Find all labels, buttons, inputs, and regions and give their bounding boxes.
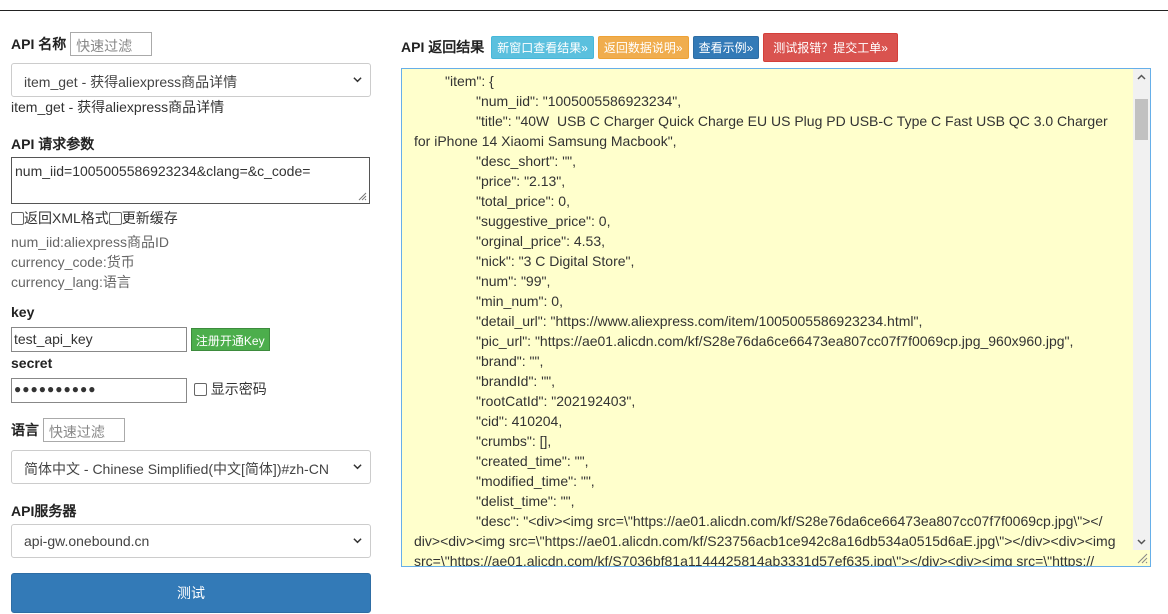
json-line: "detail_url": "https://www.aliexpress.co… [476, 313, 923, 329]
top-divider [0, 10, 1168, 11]
options-row: 返回XML格式 更新缓存 [11, 208, 178, 228]
json-line: "modified_time": "", [476, 473, 595, 489]
json-line: "price": "2.13", [476, 173, 566, 189]
json-line: "nick": "3 C Digital Store", [476, 253, 635, 269]
chevron-down-icon [353, 538, 362, 544]
param-note: num_iid:aliexpress商品ID [11, 234, 169, 250]
scroll-up-arrow-icon[interactable] [1133, 69, 1150, 86]
language-select-value: 简体中文 - Chinese Simplified(中文[简体])#zh-CN [24, 461, 329, 477]
result-title: API 返回结果 [401, 39, 485, 55]
chevron-down-icon [353, 464, 362, 470]
language-select[interactable]: 简体中文 - Chinese Simplified(中文[简体])#zh-CN [11, 450, 371, 484]
report-bug-button[interactable]: 测试报错？提交工单» [763, 32, 898, 62]
json-line: "suggestive_price": 0, [476, 213, 611, 229]
json-line: "rootCatId": "202192403", [476, 393, 636, 409]
language-filter-input[interactable]: 快速过滤 [42, 418, 125, 442]
register-key-button[interactable]: 注册开通Key [190, 328, 270, 351]
param-note: currency_lang:语言 [11, 274, 131, 290]
key-row: test_api_key 注册开通Key [11, 327, 270, 352]
scroll-down-arrow-icon[interactable] [1133, 533, 1150, 550]
json-line: "orginal_price": 4.53, [476, 233, 606, 249]
cache-checkbox-label: 更新缓存 [121, 210, 178, 226]
api-name-label: API 名称 [11, 36, 67, 52]
scrollbar-thumb[interactable] [1135, 99, 1148, 140]
json-line: "total_price": 0, [476, 193, 570, 209]
json-line: "brand": "", [476, 353, 544, 369]
json-line: "pic_url": "https://ae01.alicdn.com/kf/S… [476, 333, 1074, 349]
xml-checkbox[interactable] [11, 212, 24, 225]
json-line: "desc_short": "", [476, 153, 577, 169]
secret-label: secret [11, 355, 53, 371]
result-toolbar: API 返回结果 新窗口查看结果» 返回数据说明» 查看示例» 测试报错？提交工… [401, 32, 898, 62]
json-line: src=\"https://ae01.alicdn.com/kf/S7036bf… [414, 553, 1095, 567]
test-button[interactable]: 测试 [11, 573, 371, 613]
json-line: "cid": 410204, [476, 413, 563, 429]
new-window-button[interactable]: 新窗口查看结果» [491, 35, 594, 59]
cache-checkbox[interactable] [108, 212, 122, 225]
params-textarea[interactable]: num_iid=1005005586923234&clang=&c_code= [11, 157, 370, 204]
json-line: "created_time": "", [476, 453, 589, 469]
chevron-down-icon [353, 77, 362, 83]
key-label: key [11, 304, 35, 320]
json-line: "num_iid": "1005005586923234", [476, 93, 682, 109]
resize-handle-icon[interactable] [357, 191, 367, 201]
param-notes: num_iid:aliexpress商品ID currency_code:货币 … [11, 232, 169, 292]
param-note: currency_code:货币 [11, 254, 135, 270]
server-select[interactable]: api-gw.onebound.cn [11, 524, 371, 558]
json-line: "delist_time": "", [476, 493, 575, 509]
json-line: "min_num": 0, [476, 293, 563, 309]
server-label: API服务器 [11, 503, 77, 519]
show-password-checkbox[interactable] [193, 383, 207, 397]
resize-handle-icon[interactable] [1136, 552, 1148, 564]
api-name-row: API 名称 快速过滤 [11, 32, 371, 58]
view-example-button[interactable]: 查看示例» [692, 35, 760, 59]
xml-checkbox-label: 返回XML格式 [24, 210, 109, 226]
api-filter-input[interactable]: 快速过滤 [70, 32, 153, 56]
json-line: for iPhone 14 Xiaomi Samsung Macbook", [414, 133, 677, 149]
json-line: div><div><img src=\"https://ae01.alicdn.… [414, 533, 1116, 549]
return-doc-button[interactable]: 返回数据说明» [597, 35, 689, 59]
result-textarea[interactable]: "item": { "num_iid": "1005005586923234",… [401, 68, 1151, 567]
json-line: "brandId": "", [476, 373, 556, 389]
api-caption: item_get - 获得aliexpress商品详情 [11, 99, 225, 115]
key-input[interactable]: test_api_key [11, 327, 187, 352]
server-select-value: api-gw.onebound.cn [24, 533, 150, 549]
show-password-label: 显示密码 [210, 381, 267, 398]
result-content: "item": { "num_iid": "1005005586923234",… [414, 71, 1130, 567]
json-line: "crumbs": [], [476, 433, 552, 449]
json-line: "num": "99", [476, 273, 551, 289]
json-line: "title": "40W USB C Charger Quick Charge… [476, 113, 1108, 129]
secret-row: ●●●●●●●●●● 显示密码 [11, 378, 267, 403]
api-select[interactable]: item_get - 获得aliexpress商品详情 [11, 63, 371, 97]
language-row: 语言 快速过滤 [11, 418, 371, 444]
vertical-scrollbar[interactable] [1133, 69, 1150, 550]
secret-input[interactable]: ●●●●●●●●●● [11, 378, 187, 403]
api-select-value: item_get - 获得aliexpress商品详情 [24, 74, 238, 90]
json-line: "desc": "<div><img src=\"https://ae01.al… [476, 513, 1103, 529]
params-label: API 请求参数 [11, 136, 95, 152]
params-value: num_iid=1005005586923234&clang=&c_code= [15, 163, 311, 179]
json-line: "item": { [445, 73, 494, 89]
language-label: 语言 [11, 422, 39, 438]
